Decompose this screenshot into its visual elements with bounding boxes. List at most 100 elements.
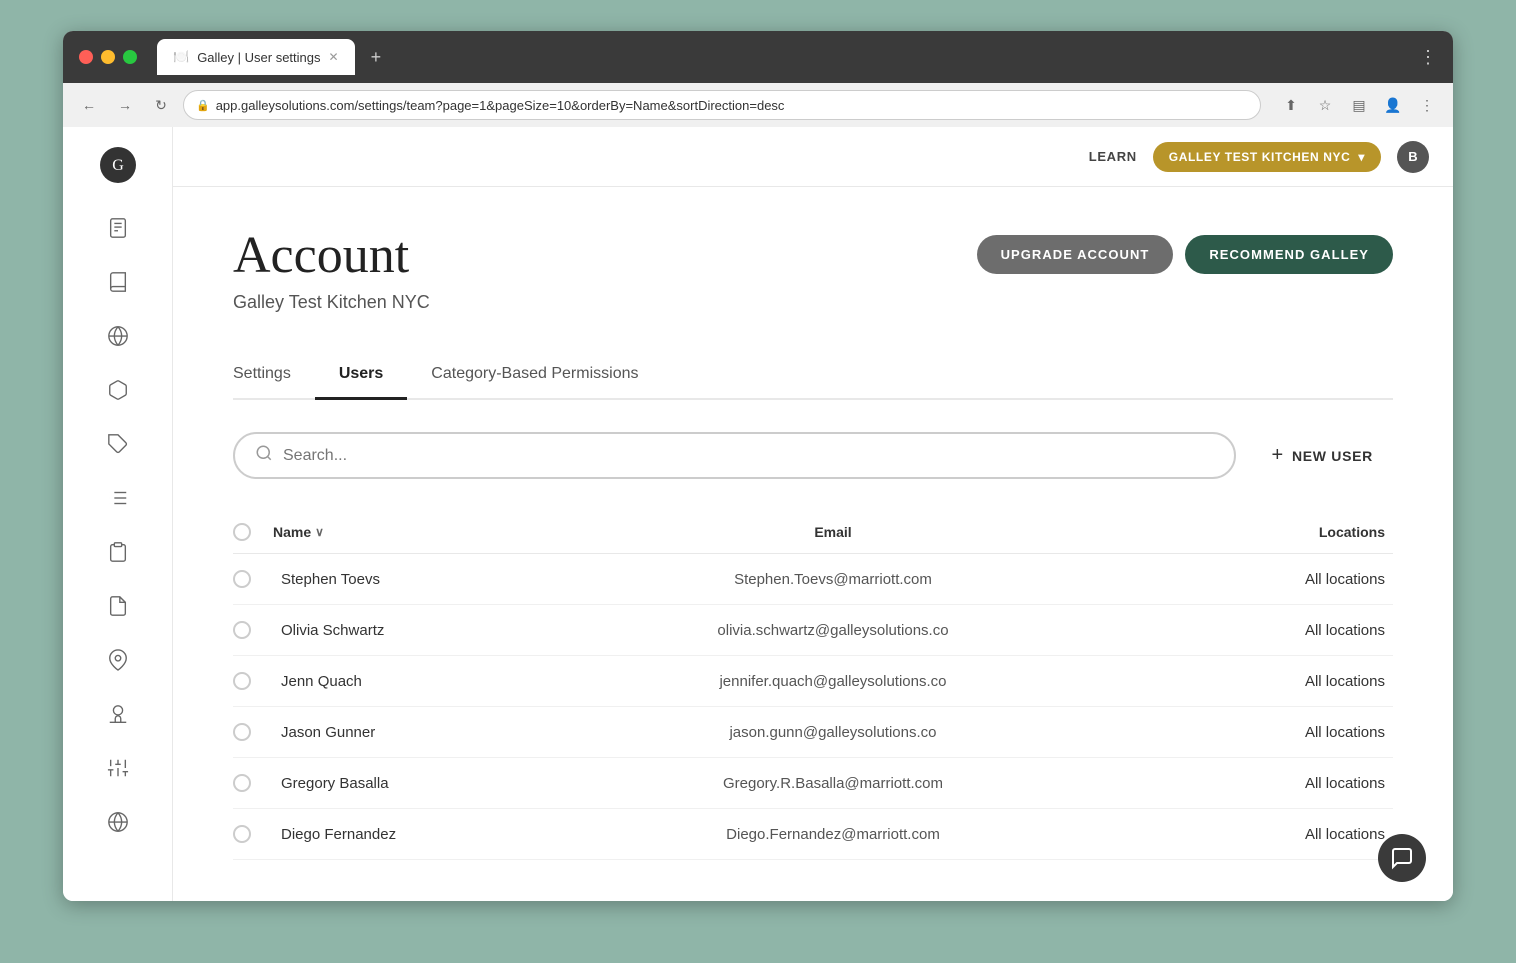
sidebar-item-tag[interactable] [93,419,143,469]
more-options-icon[interactable]: ⋮ [1419,47,1437,68]
new-user-button[interactable]: + NEW USER [1252,434,1393,477]
page-content: Account Galley Test Kitchen NYC UPGRADE … [173,187,1453,900]
user-name-4: Jason Gunner [273,724,646,741]
search-row: + NEW USER [233,432,1393,479]
user-locations-6: All locations [1020,826,1393,843]
sidebar-item-list[interactable] [93,473,143,523]
page-actions: UPGRADE ACCOUNT RECOMMEND GALLEY [977,235,1393,274]
user-email-4: jason.gunn@galleysolutions.co [646,724,1019,741]
close-dot[interactable] [79,50,93,64]
org-name-text: GALLEY TEST KITCHEN NYC [1169,150,1351,164]
location-icon [107,649,129,671]
document-icon [107,595,129,617]
url-text: app.galleysolutions.com/settings/team?pa… [216,98,785,113]
minimize-dot[interactable] [101,50,115,64]
sidebar-item-globe[interactable] [93,311,143,361]
learn-link[interactable]: LEARN [1089,149,1137,164]
sidebar-item-globe2[interactable] [93,797,143,847]
globe-icon [107,325,129,347]
sidebar-logo[interactable]: G [96,143,140,187]
row-checkbox-6[interactable] [233,825,251,843]
user-locations-1: All locations [1020,571,1393,588]
lock-icon: 🔒 [196,99,210,112]
book-icon [107,271,129,293]
users-table: Name ∨ Email Locations Stephen Toe [233,511,1393,860]
globe2-icon [107,811,129,833]
table-row[interactable]: Jason Gunner jason.gunn@galleysolutions.… [233,707,1393,758]
tab-close-button[interactable]: ✕ [329,50,339,64]
share-button[interactable]: ⬆ [1277,91,1305,119]
sliders-icon [107,757,129,779]
user-name-5: Gregory Basalla [273,775,646,792]
sidebar-item-recipes[interactable] [93,203,143,253]
user-locations-3: All locations [1020,673,1393,690]
tab-favicon: 🍽️ [173,49,189,65]
main-content: LEARN GALLEY TEST KITCHEN NYC ▾ B Accoun… [173,127,1453,901]
table-row[interactable]: Olivia Schwartz olivia.schwartz@galleyso… [233,605,1393,656]
search-input[interactable] [283,447,1214,465]
maximize-dot[interactable] [123,50,137,64]
new-user-label: NEW USER [1292,448,1373,464]
sidebar-item-clipboard[interactable] [93,527,143,577]
package-icon [107,379,129,401]
profile-button[interactable]: 👤 [1379,91,1407,119]
sidebar-item-document[interactable] [93,581,143,631]
search-icon [255,444,273,467]
user-name-1: Stephen Toevs [273,571,646,588]
locations-column-header: Locations [1020,523,1393,541]
bookmark-button[interactable]: ☆ [1311,91,1339,119]
tab-users[interactable]: Users [315,353,407,400]
row-checkbox-2[interactable] [233,621,251,639]
select-all-checkbox[interactable] [233,523,251,541]
chat-widget-button[interactable] [1378,834,1426,882]
sidebar-item-location[interactable] [93,635,143,685]
tab-settings[interactable]: Settings [233,353,315,400]
user-email-1: Stephen.Toevs@marriott.com [646,571,1019,588]
tag-icon [107,433,129,455]
table-row[interactable]: Jenn Quach jennifer.quach@galleysolution… [233,656,1393,707]
page-title: Account [233,227,430,284]
sort-icon: ∨ [315,525,324,539]
table-row[interactable]: Diego Fernandez Diego.Fernandez@marriott… [233,809,1393,860]
user-avatar[interactable]: B [1397,141,1429,173]
page-title-block: Account Galley Test Kitchen NYC [233,227,430,313]
tab-permissions[interactable]: Category-Based Permissions [407,353,662,400]
new-tab-button[interactable]: + [371,47,382,68]
user-locations-2: All locations [1020,622,1393,639]
row-checkbox-5[interactable] [233,774,251,792]
sidebar-item-package[interactable] [93,365,143,415]
sidebar: G [63,127,173,901]
address-bar[interactable]: 🔒 app.galleysolutions.com/settings/team?… [183,90,1261,120]
table-row[interactable]: Gregory Basalla Gregory.R.Basalla@marrio… [233,758,1393,809]
upgrade-account-button[interactable]: UPGRADE ACCOUNT [977,235,1174,274]
user-locations-4: All locations [1020,724,1393,741]
menu-button[interactable]: ⋮ [1413,91,1441,119]
galley-logo-icon: G [98,145,138,185]
svg-text:G: G [112,157,124,174]
sidebar-item-chef[interactable] [93,689,143,739]
recommend-galley-button[interactable]: RECOMMEND GALLEY [1185,235,1393,274]
sidebar-item-sliders[interactable] [93,743,143,793]
tab-title: Galley | User settings [197,50,320,65]
tabs-container: Settings Users Category-Based Permission… [233,353,1393,400]
chat-icon [1390,846,1414,870]
sidebar-item-books[interactable] [93,257,143,307]
row-checkbox-4[interactable] [233,723,251,741]
chef-icon [107,703,129,725]
email-column-header: Email [646,523,1019,541]
user-name-2: Olivia Schwartz [273,622,646,639]
row-checkbox-3[interactable] [233,672,251,690]
page-subtitle: Galley Test Kitchen NYC [233,292,430,313]
user-name-6: Diego Fernandez [273,826,646,843]
name-column-header[interactable]: Name ∨ [273,523,646,541]
reading-view-button[interactable]: ▤ [1345,91,1373,119]
org-chevron-icon: ▾ [1358,150,1365,164]
row-checkbox-1[interactable] [233,570,251,588]
reload-button[interactable]: ↻ [147,91,175,119]
table-row[interactable]: Stephen Toevs Stephen.Toevs@marriott.com… [233,554,1393,605]
org-selector[interactable]: GALLEY TEST KITCHEN NYC ▾ [1153,142,1381,172]
forward-button[interactable]: → [111,91,139,119]
clipboard-icon [107,541,129,563]
browser-tab[interactable]: 🍽️ Galley | User settings ✕ [157,39,355,75]
back-button[interactable]: ← [75,91,103,119]
